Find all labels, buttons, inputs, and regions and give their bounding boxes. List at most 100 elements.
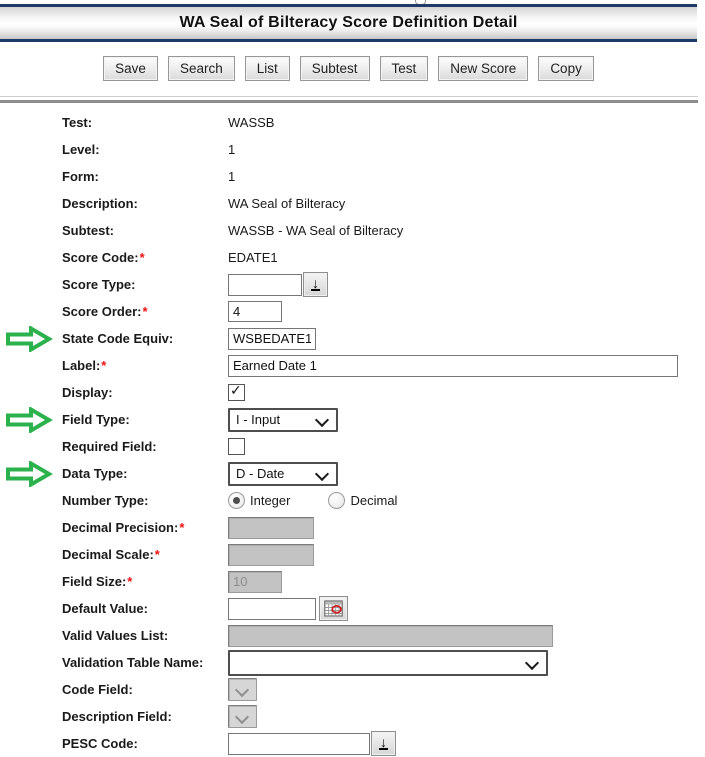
pesc-code-dropdown-button[interactable]: ↓ (371, 731, 396, 756)
score-definition-form: Test: WASSB Level: 1 Form: 1 Description… (0, 109, 705, 757)
field-label: Form: (62, 169, 228, 184)
field-label: PESC Code: (62, 736, 228, 751)
form-row-level: Level: 1 (0, 136, 705, 163)
number-type-radio-group: Integer Decimal (228, 492, 425, 509)
label-input[interactable] (228, 355, 678, 377)
save-button[interactable]: Save (103, 56, 158, 81)
list-button[interactable]: List (245, 56, 290, 81)
radio-selected-icon (228, 492, 245, 509)
required-marker: * (140, 250, 145, 265)
field-label: Test: (62, 115, 228, 130)
form-row-subtest: Subtest: WASSB - WA Seal of Bilteracy (0, 217, 705, 244)
decimal-precision-input (228, 517, 314, 539)
form-row-description: Description: WA Seal of Bilteracy (0, 190, 705, 217)
data-type-select[interactable]: D - Date (228, 462, 338, 486)
checkmark-icon: ✓ (230, 382, 242, 399)
toolbar: Save Search List Subtest Test New Score … (0, 54, 697, 82)
required-marker: * (179, 520, 184, 535)
score-type-input[interactable] (228, 274, 302, 296)
form-row-decimal-precision: Decimal Precision:* (0, 514, 705, 541)
chevron-down-icon (315, 466, 329, 480)
field-label: Field Size:* (62, 574, 228, 589)
form-row-field-size: Field Size:* (0, 568, 705, 595)
score-order-input[interactable] (228, 301, 282, 322)
pesc-code-input[interactable] (228, 733, 370, 755)
required-marker: * (101, 358, 106, 373)
form-row-data-type: Data Type: D - Date (0, 460, 705, 487)
form-row-test: Test: WASSB (0, 109, 705, 136)
state-code-equiv-input[interactable] (228, 328, 316, 350)
field-label: Score Order:* (62, 304, 228, 319)
field-label: Data Type: (62, 466, 228, 481)
score-type-combo: ↓ (228, 272, 328, 297)
required-marker: * (155, 547, 160, 562)
search-button[interactable]: Search (168, 56, 235, 81)
field-label: Description: (62, 196, 228, 211)
down-arrow-bar-icon: ↓ (379, 737, 388, 750)
field-label: Default Value: (62, 601, 228, 616)
chevron-down-icon (315, 412, 329, 426)
form-row-code-field: Code Field: (0, 676, 705, 703)
form-row-default-value: Default Value: (0, 595, 705, 622)
default-value-input[interactable] (228, 598, 316, 620)
form-row-pesc-code: PESC Code: ↓ (0, 730, 705, 757)
validation-table-name-select[interactable] (228, 650, 548, 676)
field-label: Field Type: (62, 412, 228, 427)
form-row-validation-table-name: Validation Table Name: (0, 649, 705, 676)
page-title: WA Seal of Bilteracy Score Definition De… (179, 14, 517, 32)
down-arrow-bar-icon: ↓ (311, 278, 320, 291)
date-picker-button[interactable] (319, 596, 348, 621)
test-button[interactable]: Test (380, 56, 429, 81)
subtest-button[interactable]: Subtest (300, 56, 370, 81)
copy-button[interactable]: Copy (538, 56, 594, 81)
integer-radio[interactable]: Integer (228, 492, 290, 509)
page-title-bar: WA Seal of Bilteracy Score Definition De… (0, 4, 697, 42)
chevron-down-icon (235, 683, 249, 697)
field-label: Level: (62, 142, 228, 157)
score-type-dropdown-button[interactable]: ↓ (303, 272, 328, 297)
required-field-checkbox[interactable] (228, 438, 245, 455)
new-score-button[interactable]: New Score (438, 56, 528, 81)
form-row-label: Label:* (0, 352, 705, 379)
form-row-required-field: Required Field: (0, 433, 705, 460)
green-arrow-icon (5, 461, 53, 487)
field-label: Score Code:* (62, 250, 228, 265)
green-arrow-icon (5, 326, 53, 352)
field-label: State Code Equiv: (62, 331, 228, 346)
field-label: Decimal Precision:* (62, 520, 228, 535)
form-row-description-field: Description Field: (0, 703, 705, 730)
subtest-value: WASSB - WA Seal of Bilteracy (228, 223, 403, 238)
pesc-code-combo: ↓ (228, 731, 396, 756)
form-row-score-type: Score Type: ↓ (0, 271, 705, 298)
field-type-selected-value: I - Input (236, 412, 280, 427)
valid-values-list-input (228, 625, 553, 647)
display-checkbox[interactable]: ✓ (228, 384, 245, 401)
form-row-score-order: Score Order:* (0, 298, 705, 325)
required-marker: * (142, 304, 147, 319)
form-row-number-type: Number Type: Integer Decimal (0, 487, 705, 514)
form-value: 1 (228, 169, 235, 184)
field-label: Validation Table Name: (62, 655, 228, 670)
form-row-field-type: Field Type: I - Input (0, 406, 705, 433)
form-row-form: Form: 1 (0, 163, 705, 190)
field-label: Description Field: (62, 709, 228, 724)
chevron-down-icon (525, 655, 539, 669)
form-row-score-code: Score Code:* EDATE1 (0, 244, 705, 271)
field-label: Label:* (62, 358, 228, 373)
decimal-radio[interactable]: Decimal (328, 492, 397, 509)
form-row-display: Display: ✓ (0, 379, 705, 406)
integer-radio-label: Integer (250, 493, 290, 508)
field-label: Required Field: (62, 439, 228, 454)
field-label: Decimal Scale:* (62, 547, 228, 562)
description-field-select (228, 705, 257, 728)
score-code-value: EDATE1 (228, 250, 278, 265)
field-label: Display: (62, 385, 228, 400)
form-row-decimal-scale: Decimal Scale:* (0, 541, 705, 568)
decimal-radio-label: Decimal (350, 493, 397, 508)
form-row-valid-values-list: Valid Values List: (0, 622, 705, 649)
field-type-select[interactable]: I - Input (228, 408, 338, 432)
field-label: Number Type: (62, 493, 228, 508)
required-marker: * (127, 574, 132, 589)
field-label: Code Field: (62, 682, 228, 697)
level-value: 1 (228, 142, 235, 157)
